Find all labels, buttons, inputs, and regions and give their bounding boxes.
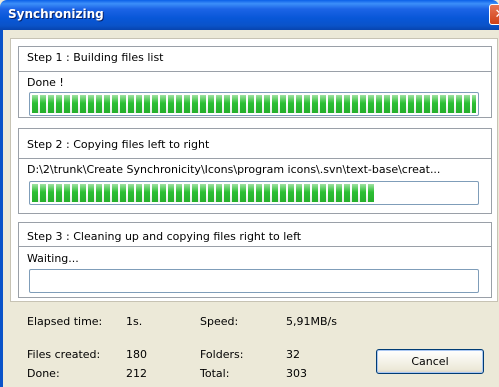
step-1-divider (18, 71, 492, 72)
step-3-divider (18, 246, 492, 247)
title-bar[interactable]: Synchronizing ✕ (0, 0, 499, 30)
window-title: Synchronizing (8, 7, 104, 21)
step-1-status: Done ! (27, 76, 64, 89)
step-1-progress-fill (32, 95, 476, 113)
step-2-divider (18, 158, 492, 159)
step-1-title: Step 1 : Building files list (27, 51, 164, 64)
folders-value: 32 (286, 348, 300, 361)
step-2-title: Step 2 : Copying files left to right (27, 138, 210, 151)
total-label: Total: (200, 367, 230, 380)
step-2-progress-fill (32, 184, 374, 202)
step-3-status: Waiting... (27, 252, 79, 265)
done-value: 212 (126, 367, 147, 380)
elapsed-time-value: 1s. (126, 315, 143, 328)
done-label: Done: (27, 367, 60, 380)
elapsed-time-label: Elapsed time: (27, 315, 103, 328)
cancel-button[interactable]: Cancel (376, 349, 484, 374)
close-button[interactable]: ✕ (489, 4, 499, 25)
sync-dialog: Synchronizing ✕ Step 1 : Building files … (0, 0, 499, 387)
step-3-progress-bar (29, 269, 479, 293)
files-created-label: Files created: (27, 348, 101, 361)
window-frame (0, 30, 3, 387)
speed-label: Speed: (200, 315, 239, 328)
step-2-progress-bar (29, 181, 479, 205)
folders-label: Folders: (200, 348, 244, 361)
step-3-title: Step 3 : Cleaning up and copying files r… (27, 230, 302, 243)
total-value: 303 (286, 367, 307, 380)
step-1-progress-bar (29, 92, 479, 116)
speed-value: 5,91MB/s (286, 315, 337, 328)
step-2-status: D:\2\trunk\Create Synchronicity\Icons\pr… (27, 163, 441, 176)
files-created-value: 180 (126, 348, 147, 361)
